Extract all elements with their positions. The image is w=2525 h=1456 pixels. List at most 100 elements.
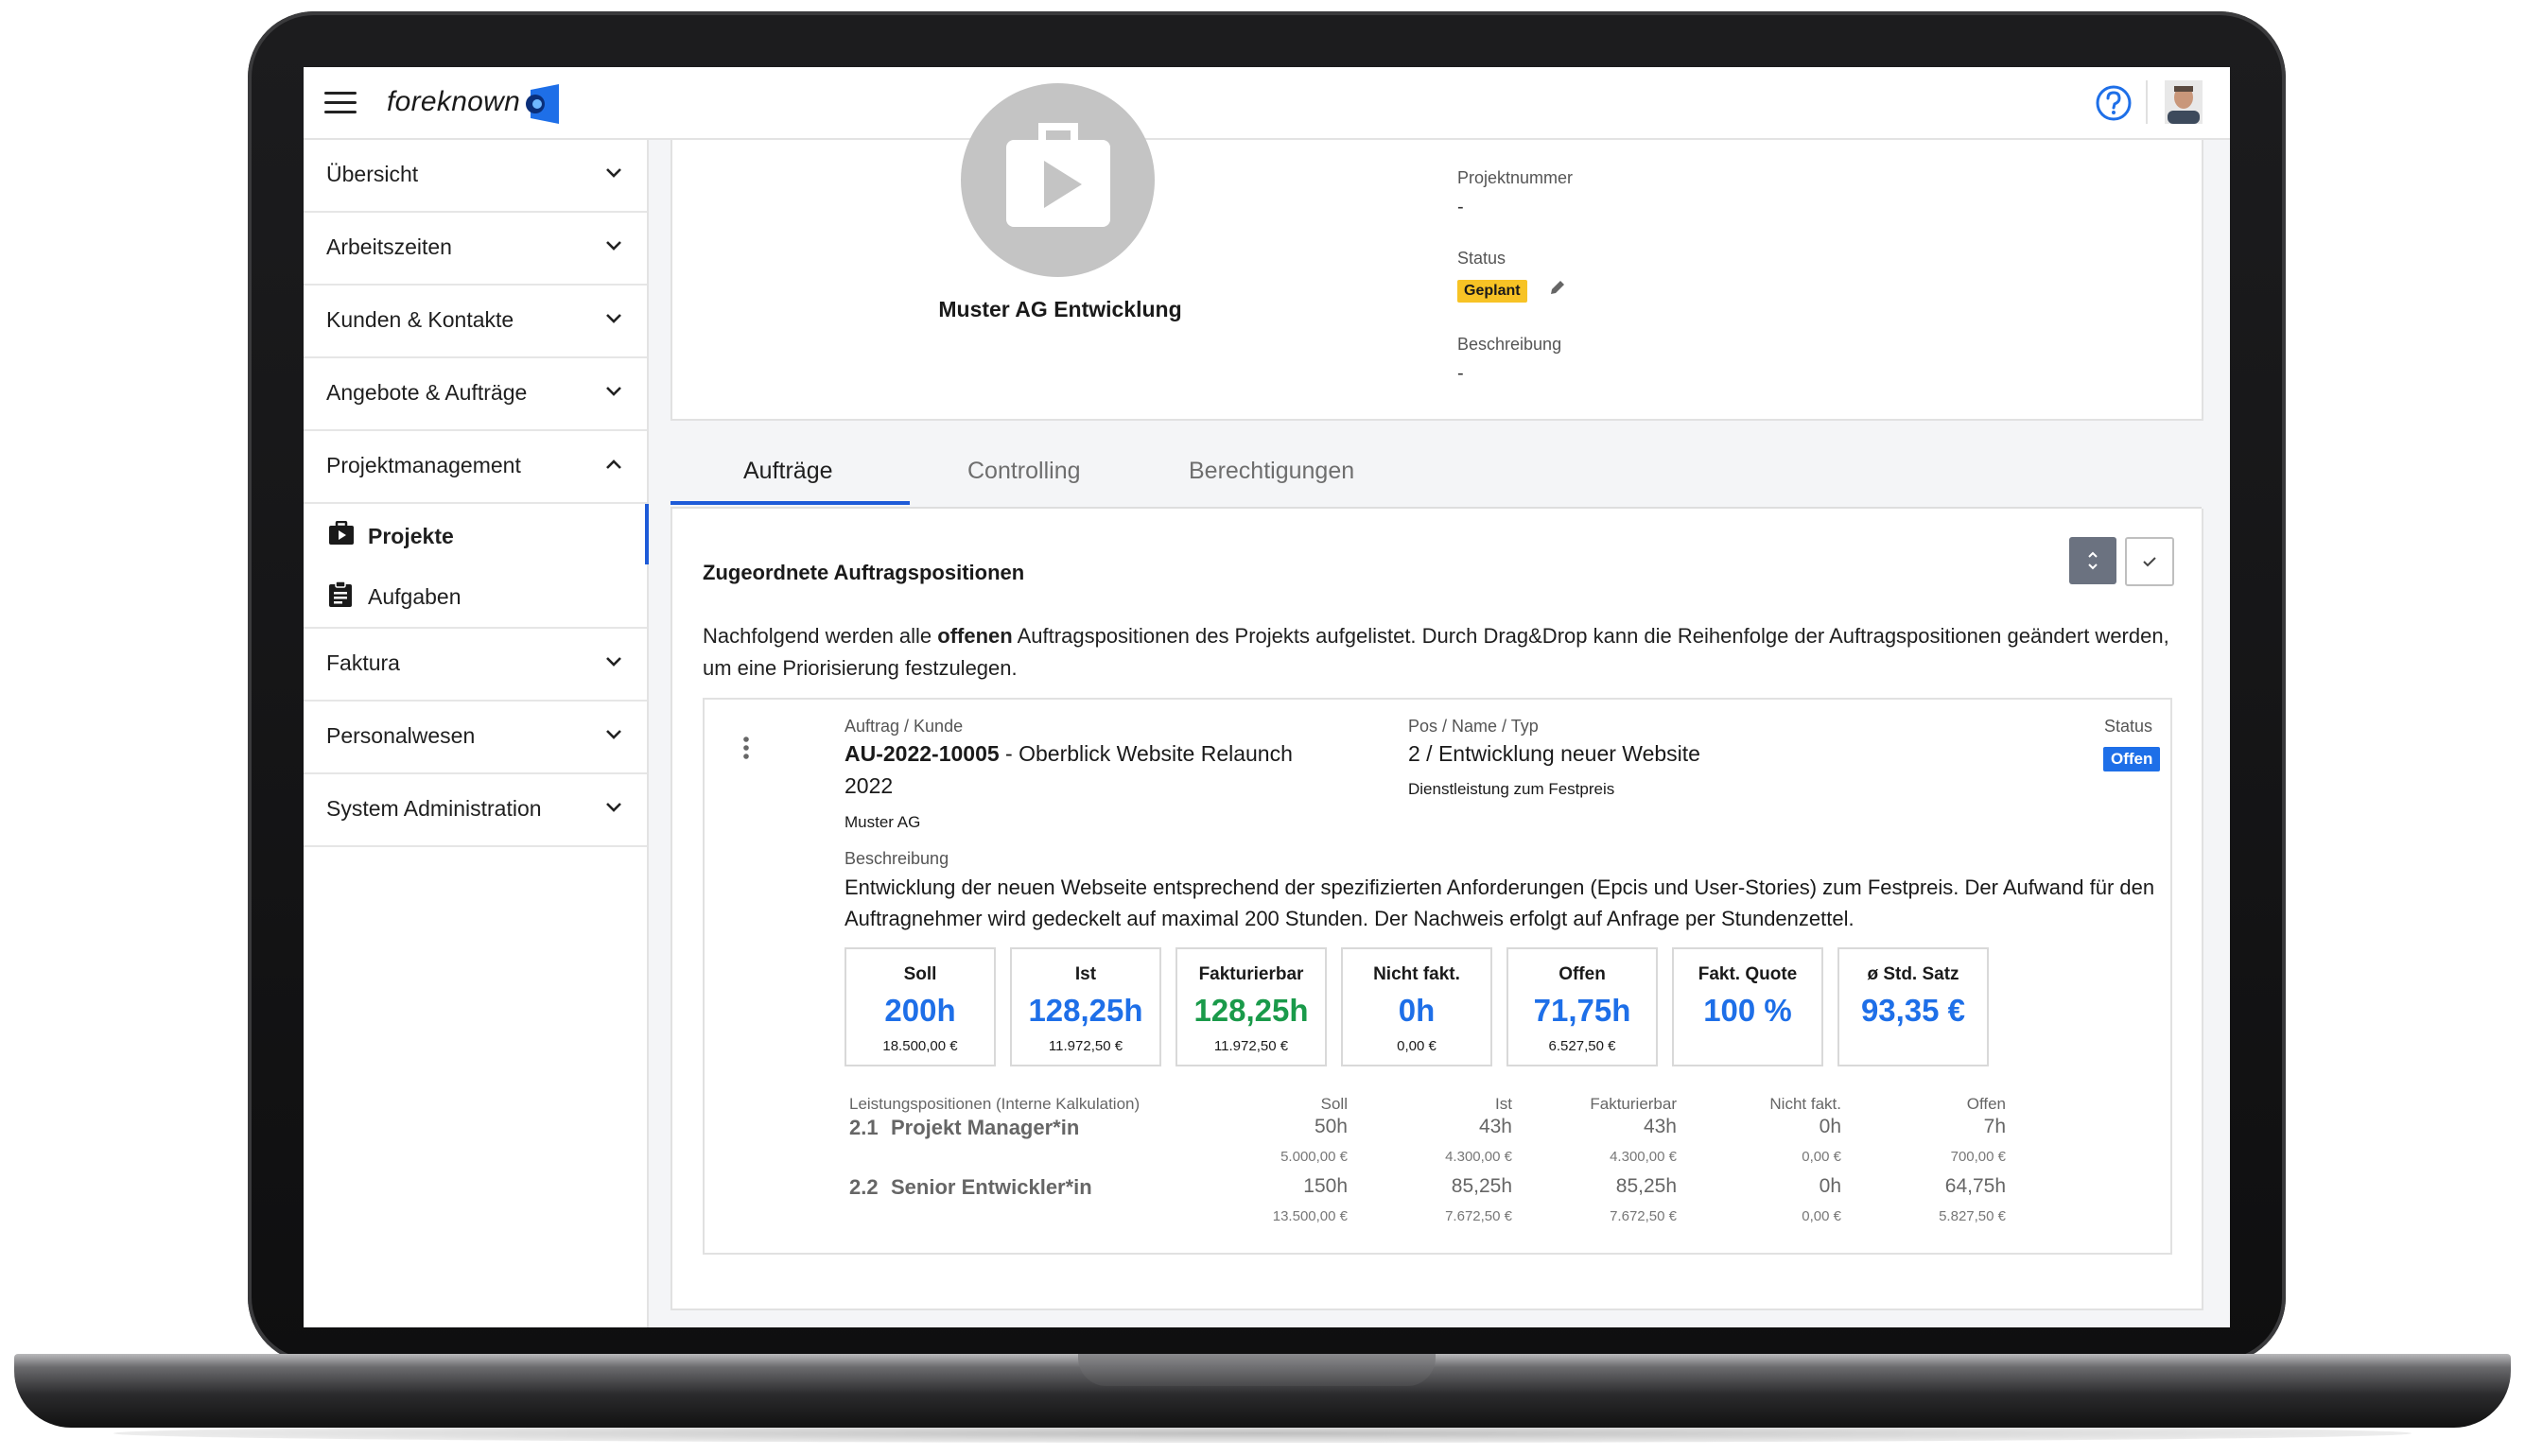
intro-text-pre: Nachfolgend werden alle bbox=[703, 624, 938, 648]
sort-icon bbox=[2088, 551, 2098, 570]
service-row-amount: 700,00 € bbox=[1950, 1149, 2006, 1165]
position-status-badge: Offen bbox=[2103, 747, 2161, 771]
projektmanagement-submenu: Projekte Aufgaben bbox=[304, 504, 649, 629]
service-row-amount: 7.672,50 € bbox=[1445, 1208, 1512, 1224]
service-row-amount: 7.672,50 € bbox=[1610, 1208, 1677, 1224]
menu-icon[interactable] bbox=[324, 92, 357, 114]
sidebar-item-label: Personalwesen bbox=[326, 723, 476, 748]
section-intro: Nachfolgend werden alle offenen Auftrags… bbox=[703, 620, 2178, 685]
sort-button[interactable] bbox=[2069, 537, 2116, 584]
project-briefcase-icon bbox=[1006, 123, 1110, 227]
kpi-label: Offen bbox=[1559, 964, 1606, 984]
sidebar-item-label: System Administration bbox=[326, 796, 542, 821]
chevron-down-icon bbox=[606, 730, 621, 739]
kpi-std-satz: ø Std. Satz 93,35 € bbox=[1837, 947, 1989, 1066]
chevron-down-icon bbox=[606, 803, 621, 812]
kpi-amount: 11.972,50 € bbox=[1048, 1038, 1123, 1054]
sidebar-item-angebote[interactable]: Angebote & Aufträge bbox=[304, 358, 647, 431]
help-icon[interactable] bbox=[2095, 84, 2133, 122]
service-row-hours: 0h bbox=[1819, 1175, 1841, 1197]
services-header-fakturierbar: Fakturierbar bbox=[1590, 1095, 1677, 1113]
kpi-offen: Offen 71,75h 6.527,50 € bbox=[1506, 947, 1658, 1066]
tab-controlling[interactable]: Controlling bbox=[967, 458, 1081, 485]
position-description-label: Beschreibung bbox=[845, 849, 949, 868]
sidebar-item-faktura[interactable]: Faktura bbox=[304, 629, 647, 702]
service-row-name: Senior Entwickler*in bbox=[891, 1175, 1092, 1199]
status-label: Status bbox=[1457, 249, 1506, 268]
section-title: Zugeordnete Auftragspositionen bbox=[703, 561, 1025, 584]
description-value: - bbox=[1457, 363, 1464, 384]
confirm-button[interactable] bbox=[2125, 537, 2174, 586]
order-customer-label: Auftrag / Kunde bbox=[845, 717, 964, 736]
kpi-nicht-fakt: Nicht fakt. 0h 0,00 € bbox=[1341, 947, 1492, 1066]
kpi-amount: 6.527,50 € bbox=[1548, 1038, 1616, 1054]
kpi-value: 200h bbox=[884, 993, 956, 1028]
kpi-value: 71,75h bbox=[1533, 993, 1631, 1028]
sidebar-item-aufgaben[interactable]: Aufgaben bbox=[304, 564, 647, 625]
kpi-fakt-quote: Fakt. Quote 100 % bbox=[1672, 947, 1823, 1066]
drag-handle-icon[interactable] bbox=[742, 736, 750, 760]
project-number-label: Projektnummer bbox=[1457, 168, 1574, 187]
laptop-notch bbox=[1078, 1354, 1436, 1386]
description-label: Beschreibung bbox=[1457, 335, 1562, 354]
position-description: Entwicklung der neuen Webseite entsprech… bbox=[845, 875, 2155, 930]
chevron-down-icon bbox=[606, 241, 621, 251]
logo-icon bbox=[526, 84, 559, 124]
services-header-nicht-fakt: Nicht fakt. bbox=[1769, 1095, 1841, 1113]
kpi-soll: Soll 200h 18.500,00 € bbox=[845, 947, 996, 1066]
service-row-hours: 43h bbox=[1643, 1116, 1677, 1137]
intro-text-bold: offenen bbox=[937, 624, 1013, 648]
project-number-value: - bbox=[1457, 197, 1464, 217]
user-avatar[interactable] bbox=[2165, 80, 2203, 124]
sidebar-item-label: Projektmanagement bbox=[326, 453, 521, 477]
service-row-hours: 85,25h bbox=[1451, 1175, 1512, 1197]
order-position-card[interactable]: Auftrag / Kunde AU-2022-10005 - Oberblic… bbox=[703, 698, 2172, 1255]
sidebar-item-system-administration[interactable]: System Administration bbox=[304, 774, 647, 847]
services-header-soll: Soll bbox=[1320, 1095, 1348, 1113]
sidebar-item-uebersicht[interactable]: Übersicht bbox=[304, 140, 647, 213]
kpi-fakturierbar: Fakturierbar 128,25h 11.972,50 € bbox=[1175, 947, 1327, 1066]
sidebar-item-label: Kunden & Kontakte bbox=[326, 307, 514, 332]
kpi-label: Fakt. Quote bbox=[1698, 964, 1798, 984]
tab-auftraege[interactable]: Aufträge bbox=[743, 458, 833, 485]
pencil-icon[interactable] bbox=[1548, 278, 1567, 297]
kpi-value: 0h bbox=[1398, 993, 1436, 1028]
service-row-amount: 13.500,00 € bbox=[1272, 1208, 1348, 1224]
service-row-amount: 0,00 € bbox=[1802, 1208, 1841, 1224]
customer-name: Muster AG bbox=[845, 813, 921, 831]
kpi-label: ø Std. Satz bbox=[1867, 964, 1959, 984]
sidebar: Übersicht Arbeitszeiten Kunden & Kontakt… bbox=[304, 140, 649, 1327]
header-separator bbox=[2146, 80, 2148, 124]
project-header-card: Muster AG Entwicklung Projektnummer - St… bbox=[670, 83, 2203, 421]
chevron-down-icon bbox=[606, 657, 621, 667]
kpi-label: Fakturierbar bbox=[1198, 964, 1304, 984]
app-header: foreknown bbox=[304, 67, 2230, 140]
pos-type: Dienstleistung zum Festpreis bbox=[1408, 780, 1615, 798]
service-row-amount: 0,00 € bbox=[1802, 1149, 1841, 1165]
sidebar-item-projektmanagement[interactable]: Projektmanagement bbox=[304, 431, 647, 504]
assigned-positions-card: Zugeordnete Auftragspositionen Nachfolge… bbox=[670, 509, 2203, 1310]
project-image bbox=[961, 83, 1155, 277]
chevron-down-icon bbox=[606, 314, 621, 323]
kpi-value: 93,35 € bbox=[1860, 993, 1966, 1028]
service-row-hours: 0h bbox=[1819, 1116, 1841, 1137]
sidebar-item-kunden[interactable]: Kunden & Kontakte bbox=[304, 286, 647, 358]
kpi-label: Soll bbox=[903, 964, 937, 984]
chevron-down-icon bbox=[606, 168, 621, 178]
position-status-label: Status bbox=[2104, 717, 2153, 736]
chevron-down-icon bbox=[606, 387, 621, 396]
sidebar-item-label: Aufgaben bbox=[368, 584, 461, 609]
service-row-number: 2.2 bbox=[849, 1175, 879, 1199]
app-screen: foreknown Übersicht Arbeitszeiten Kunden… bbox=[304, 67, 2230, 1327]
service-row-hours: 43h bbox=[1478, 1116, 1512, 1137]
order-number[interactable]: AU-2022-10005 bbox=[845, 741, 1000, 766]
sidebar-item-arbeitszeiten[interactable]: Arbeitszeiten bbox=[304, 213, 647, 286]
pos-label: Pos / Name / Typ bbox=[1408, 717, 1539, 736]
sidebar-item-personalwesen[interactable]: Personalwesen bbox=[304, 702, 647, 774]
tab-berechtigungen[interactable]: Berechtigungen bbox=[1189, 458, 1354, 485]
logo-text: foreknown bbox=[387, 86, 521, 117]
briefcase-icon bbox=[329, 521, 354, 545]
kpi-amount: 11.972,50 € bbox=[1213, 1038, 1289, 1054]
kpi-value: 128,25h bbox=[1193, 993, 1309, 1028]
sidebar-item-projekte[interactable]: Projekte bbox=[304, 504, 649, 564]
